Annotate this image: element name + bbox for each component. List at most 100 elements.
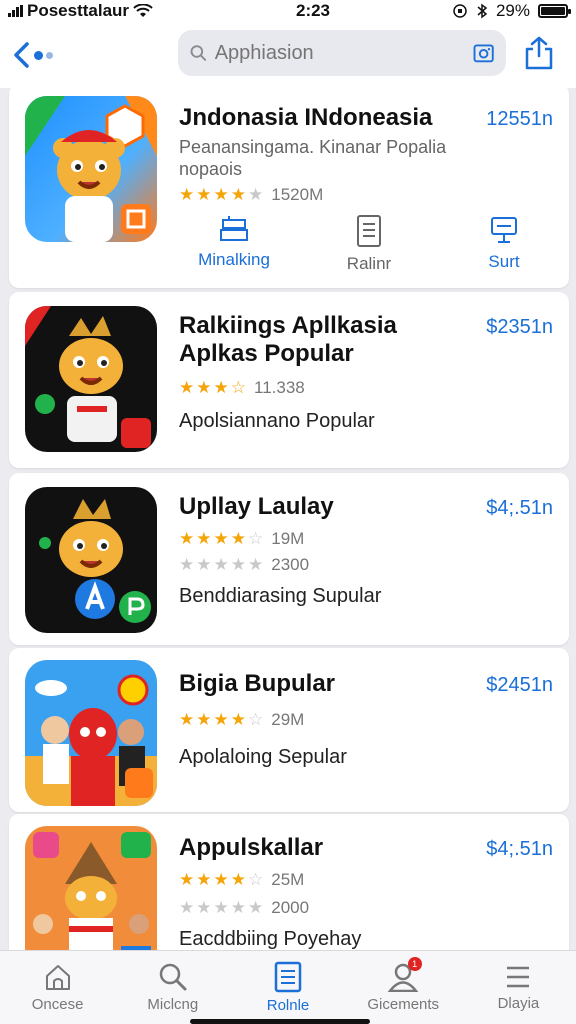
search-input[interactable] — [214, 41, 465, 65]
tab-dlayia[interactable]: Dlayia — [461, 951, 576, 1024]
star-icon: ★ — [248, 185, 264, 204]
app-title[interactable]: Bigia Bupular — [179, 670, 335, 698]
rating-count: 11.338 — [254, 378, 305, 397]
battery-percent: 29% — [495, 1, 530, 20]
tab-label: Oncese — [31, 996, 84, 1013]
action-surt[interactable]: Surt — [449, 214, 559, 274]
star-icon: ★ — [196, 898, 212, 917]
share-icon — [525, 36, 553, 70]
star-icon: ★ — [230, 870, 246, 889]
app-list: Jndonasia INdoneasia 12551n Peanansingam… — [0, 88, 576, 950]
camera-icon[interactable] — [473, 39, 494, 67]
app-description: Eacddbiing Poyehay — [179, 928, 362, 950]
app-price[interactable]: $4;.51n — [486, 838, 553, 861]
star-icon: ★ — [213, 529, 229, 548]
star-icon: ★ — [179, 710, 195, 729]
search-icon — [190, 45, 207, 61]
action-label: Ralinr — [346, 254, 392, 273]
tab-label: Rolnle — [266, 997, 310, 1014]
app-card[interactable]: Upllay Laulay $4;.51n ★ ★ ★ ★ ☆ 19M ★ ★ ★ ★ ★ 23… — [9, 473, 569, 645]
star-icon: ★ — [213, 378, 229, 397]
star-icon: ☆ — [248, 529, 264, 548]
app-price[interactable]: $2451n — [486, 674, 553, 697]
app-icon-mascot[interactable] — [25, 487, 157, 633]
clock: 2:23 — [295, 1, 331, 20]
star-icon: ★ — [213, 555, 229, 574]
action-minalking[interactable]: Minalking — [179, 214, 289, 274]
app-title[interactable]: Appulskallar — [179, 834, 323, 862]
action-ralinr[interactable]: Ralinr — [314, 214, 424, 274]
star-icon: ★ — [213, 185, 229, 204]
app-card[interactable]: Bigia Bupular $2451n ★ ★ ★ ★ ☆ 29M Apolaloin… — [9, 648, 569, 812]
rating-count: 1520M — [271, 185, 324, 204]
carrier-name: Posesttalaur — [27, 1, 130, 20]
rating: ★ ★ ★ ★ ☆ 29M — [179, 710, 304, 730]
menu-icon — [507, 966, 530, 988]
star-icon: ★ — [179, 529, 195, 548]
star-icon: ★ — [196, 710, 212, 729]
tab-bar: Oncese Miclcng Rolnle 1 Gicements Dlayia — [0, 950, 576, 1024]
chevron-left-icon — [14, 42, 29, 68]
star-icon: ★ — [230, 555, 246, 574]
rating: ★ ★ ★ ★ ☆ 25M — [179, 870, 304, 890]
status-bar: Posesttalaur 2:23 29% — [0, 0, 576, 22]
rating-count: 2000 — [271, 898, 310, 917]
app-description: Benddiarasing Supular — [179, 585, 382, 607]
search-bar[interactable] — [178, 30, 506, 76]
star-icon: ★ — [213, 710, 229, 729]
tab-gicements[interactable]: 1 Gicements — [346, 951, 461, 1024]
rating-secondary: ★ ★ ★ ★ ★ 2000 — [179, 898, 309, 918]
app-subtitle: Peanansingama. Kinanar Popalia — [179, 137, 447, 157]
app-card[interactable]: Ralkiings Apllkasia Aplkas Popular $2351… — [9, 292, 569, 468]
search-icon — [159, 963, 187, 991]
app-price[interactable]: $2351n — [486, 316, 553, 339]
star-icon: ★ — [230, 529, 246, 548]
app-description: Apolsiannano Popular — [179, 410, 375, 432]
app-price[interactable]: 12551n — [486, 108, 553, 131]
star-icon: ★ — [230, 185, 246, 204]
rating-secondary: ★ ★ ★ ★ ★ 2300 — [179, 555, 309, 575]
star-icon: ★ — [179, 870, 195, 889]
star-icon: ★ — [213, 870, 229, 889]
star-icon: ★ — [179, 555, 195, 574]
tab-oncese[interactable]: Oncese — [0, 951, 115, 1024]
app-icon-mascot[interactable] — [25, 826, 157, 950]
tab-label: Dlayia — [497, 995, 540, 1012]
star-icon: ★ — [248, 555, 264, 574]
app-icon-mascot[interactable] — [25, 660, 157, 806]
star-icon: ☆ — [248, 870, 264, 889]
app-price[interactable]: $4;.51n — [486, 497, 553, 520]
app-subtitle: nopaois — [179, 159, 243, 179]
app-description: Apolaloing Sepular — [179, 746, 347, 768]
tab-label: Miclcng — [147, 996, 199, 1013]
app-icon-mascot[interactable] — [25, 306, 157, 452]
app-title[interactable]: Upllay Laulay — [179, 493, 334, 521]
app-title[interactable]: Jndonasia INdoneasia — [179, 104, 432, 132]
tab-rolnle[interactable]: Rolnle — [230, 951, 345, 1024]
rating-count: 2300 — [271, 555, 310, 574]
home-indicator — [190, 1019, 370, 1024]
star-icon: ★ — [179, 898, 195, 917]
rating-count: 29M — [271, 710, 305, 729]
tab-miclcng[interactable]: Miclcng — [115, 951, 230, 1024]
app-card[interactable]: Jndonasia INdoneasia 12551n Peanansingam… — [9, 88, 569, 288]
star-icon: ☆ — [230, 378, 246, 397]
back-button[interactable] — [12, 41, 162, 69]
list-icon — [274, 961, 302, 993]
bluetooth-icon — [477, 3, 488, 19]
app-card[interactable]: Appulskallar $4;.51n ★ ★ ★ ★ ☆ 25M ★ ★ ★ ★ ★ 200… — [9, 814, 569, 950]
rating-count: 25M — [271, 870, 305, 889]
home-icon — [45, 965, 70, 990]
app-title[interactable]: Ralkiings Apllkasia — [179, 312, 397, 340]
star-icon: ★ — [230, 710, 246, 729]
share-button[interactable] — [524, 36, 554, 75]
orientation-lock-icon — [453, 4, 467, 18]
rating: ★ ★ ★ ☆ 11.338 — [179, 378, 305, 398]
navigation-bar — [0, 22, 576, 88]
notification-badge: 1 — [407, 957, 422, 971]
app-icon-mascot[interactable] — [25, 96, 157, 242]
star-icon: ★ — [196, 870, 212, 889]
app-title-line2[interactable]: Aplkas Popular — [179, 340, 354, 368]
rating: ★ ★ ★ ★ ★ 1520M — [179, 185, 323, 205]
rating: ★ ★ ★ ★ ☆ 19M — [179, 529, 304, 549]
